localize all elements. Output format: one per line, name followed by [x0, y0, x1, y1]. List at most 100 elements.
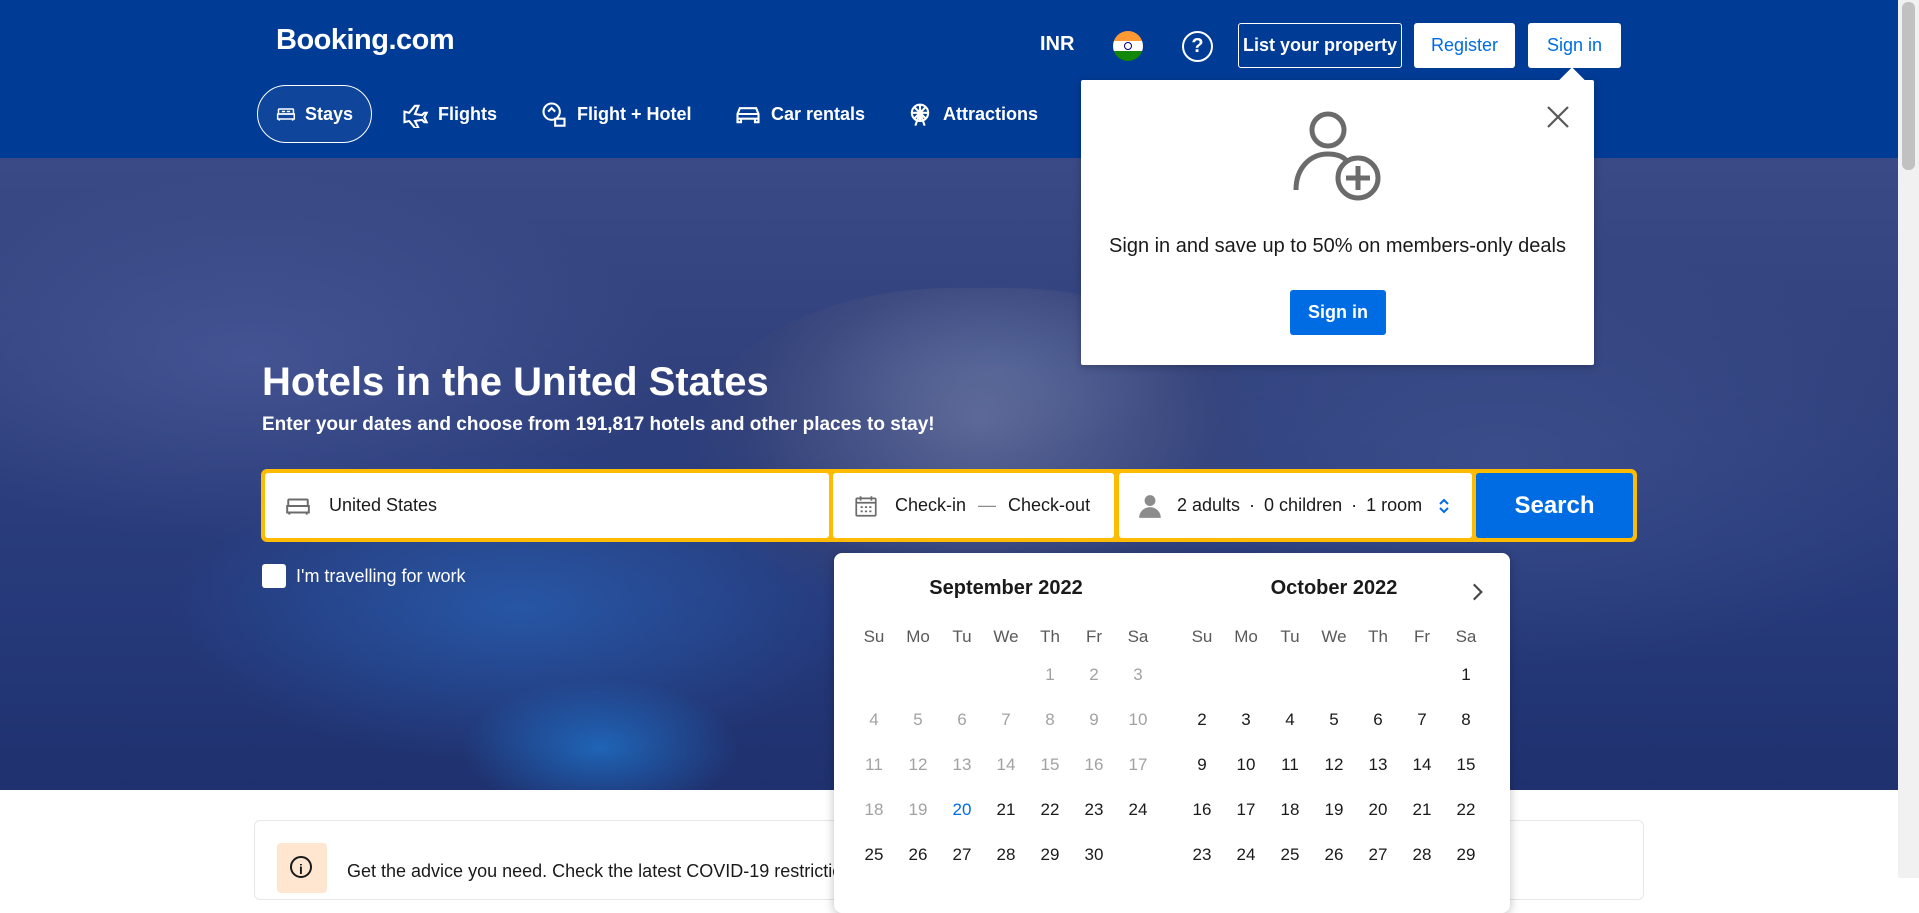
day-cell[interactable]: 18 [1268, 787, 1312, 832]
close-icon[interactable] [1543, 102, 1573, 132]
day-cell: 17 [1128, 755, 1148, 774]
day-cell[interactable]: 2 [1180, 697, 1224, 742]
day-cell: 2 [1089, 665, 1099, 684]
day-cell[interactable]: 29 [1028, 832, 1072, 877]
day-cell[interactable]: 19 [1312, 787, 1356, 832]
plane-icon [403, 104, 429, 128]
day-cell[interactable]: 21 [1400, 787, 1444, 832]
day-cell[interactable]: 22 [1444, 787, 1488, 832]
register-button[interactable]: Register [1414, 23, 1515, 68]
day-cell[interactable]: 23 [1180, 832, 1224, 877]
day-cell[interactable]: 25 [1268, 832, 1312, 877]
sign-in-popup: Sign in and save up to 50% on members-on… [1081, 67, 1594, 365]
ferris-wheel-icon [910, 103, 930, 127]
day-cell[interactable]: 12 [1312, 742, 1356, 787]
nav-flight-hotel[interactable]: Flight + Hotel [522, 85, 710, 143]
day-cell[interactable]: 27 [940, 832, 984, 877]
date-picker: September 2022 Su Mo Tu We Th Fr Sa 1 2 3 4 5 6 7 8 9 10… [834, 553, 1510, 913]
currency-selector[interactable]: INR [1040, 33, 1074, 56]
day-cell[interactable]: 6 [1356, 697, 1400, 742]
day-cell: 6 [957, 710, 967, 729]
empty-day-cell [1268, 652, 1312, 697]
rooms-value: 1 room [1366, 495, 1423, 515]
day-cell[interactable]: 22 [1028, 787, 1072, 832]
check-in-label: Check-in [895, 495, 967, 515]
empty-day-cell [940, 652, 984, 697]
children-value: 0 children [1264, 495, 1343, 515]
nav-flights[interactable]: Flights [383, 85, 515, 143]
day-cell[interactable]: 3 [1224, 697, 1268, 742]
day-cell[interactable]: 9 [1180, 742, 1224, 787]
day-cell[interactable]: 24 [1224, 832, 1268, 877]
guests-field[interactable]: 2 adults · 0 children · 1 room [1119, 473, 1472, 538]
bed-icon [276, 108, 296, 121]
day-cell[interactable]: 20 [1356, 787, 1400, 832]
empty-day-cell [852, 652, 896, 697]
dates-field[interactable]: Check-in — Check-out [833, 473, 1114, 538]
help-icon[interactable]: ? [1182, 31, 1213, 62]
day-cell: 18 [864, 800, 884, 819]
nav-stays-label: Stays [304, 103, 353, 124]
day-cell[interactable]: 29 [1444, 832, 1488, 877]
day-cell[interactable]: 4 [1268, 697, 1312, 742]
day-cell: 3 [1133, 665, 1143, 684]
weekday-header: We [1321, 627, 1347, 646]
nav-attractions[interactable]: Attractions [888, 85, 1056, 143]
weekday-header: Th [1040, 627, 1060, 646]
day-cell: 11 [865, 755, 883, 774]
weekday-header: Mo [906, 627, 930, 646]
day-cell[interactable]: 7 [1400, 697, 1444, 742]
day-cell[interactable]: 30 [1072, 832, 1116, 877]
day-cell[interactable]: 15 [1444, 742, 1488, 787]
search-bar: United States Check-in — Check-out 2 adu… [261, 469, 1637, 542]
day-cell[interactable]: 10 [1224, 742, 1268, 787]
day-cell[interactable]: 11 [1268, 742, 1312, 787]
scrollbar-thumb[interactable] [1902, 2, 1915, 170]
day-cell: 19 [908, 800, 928, 819]
day-cell[interactable]: 28 [1400, 832, 1444, 877]
add-user-icon [1293, 111, 1381, 201]
page-scrollbar[interactable] [1898, 0, 1919, 878]
day-cell[interactable]: 14 [1400, 742, 1444, 787]
popup-sign-in-button[interactable]: Sign in [1290, 290, 1386, 335]
day-cell[interactable]: 5 [1312, 697, 1356, 742]
search-button[interactable]: Search [1476, 473, 1633, 538]
empty-day-cell [1180, 652, 1224, 697]
next-month-chevron-icon[interactable] [1464, 579, 1490, 605]
booking-logo[interactable]: Booking.com [276, 24, 455, 57]
empty-day-cell [1312, 652, 1356, 697]
day-cell[interactable]: 25 [852, 832, 896, 877]
work-travel-checkbox[interactable]: I'm travelling for work [262, 564, 465, 588]
day-cell[interactable]: 23 [1072, 787, 1116, 832]
destination-field[interactable]: United States [265, 473, 829, 538]
weekday-header: Sa [1455, 627, 1477, 646]
check-out-label: Check-out [1008, 495, 1091, 515]
weekday-header: Mo [1234, 627, 1258, 646]
day-cell[interactable]: 28 [984, 832, 1028, 877]
calendar-grid: Su Mo Tu We Th Fr Sa 1 2 3 4 5 6 7 8 9 10 11 12 13 14 15 16 17 1… [1180, 622, 1488, 877]
list-property-button[interactable]: List your property [1238, 23, 1402, 68]
weekday-header: Tu [1280, 627, 1300, 646]
day-cell[interactable]: 20 [940, 787, 984, 832]
checkbox[interactable] [262, 564, 286, 588]
day-cell[interactable]: 16 [1180, 787, 1224, 832]
day-cell[interactable]: 1 [1444, 652, 1488, 697]
day-cell[interactable]: 17 [1224, 787, 1268, 832]
day-cell[interactable]: 26 [896, 832, 940, 877]
india-flag-icon[interactable] [1113, 31, 1143, 61]
empty-day-cell [1224, 652, 1268, 697]
nav-car-rentals[interactable]: Car rentals [716, 85, 883, 143]
work-travel-label: I'm travelling for work [296, 565, 466, 586]
separator-dot: · [1351, 495, 1358, 515]
empty-day-cell [984, 652, 1028, 697]
sign-in-button[interactable]: Sign in [1528, 23, 1621, 68]
day-cell[interactable]: 24 [1116, 787, 1160, 832]
day-cell[interactable]: 21 [984, 787, 1028, 832]
nav-stays[interactable]: Stays [257, 85, 372, 143]
weekday-header: Th [1368, 627, 1388, 646]
day-cell[interactable]: 27 [1356, 832, 1400, 877]
day-cell: 13 [952, 755, 972, 774]
day-cell[interactable]: 13 [1356, 742, 1400, 787]
day-cell[interactable]: 8 [1444, 697, 1488, 742]
day-cell[interactable]: 26 [1312, 832, 1356, 877]
